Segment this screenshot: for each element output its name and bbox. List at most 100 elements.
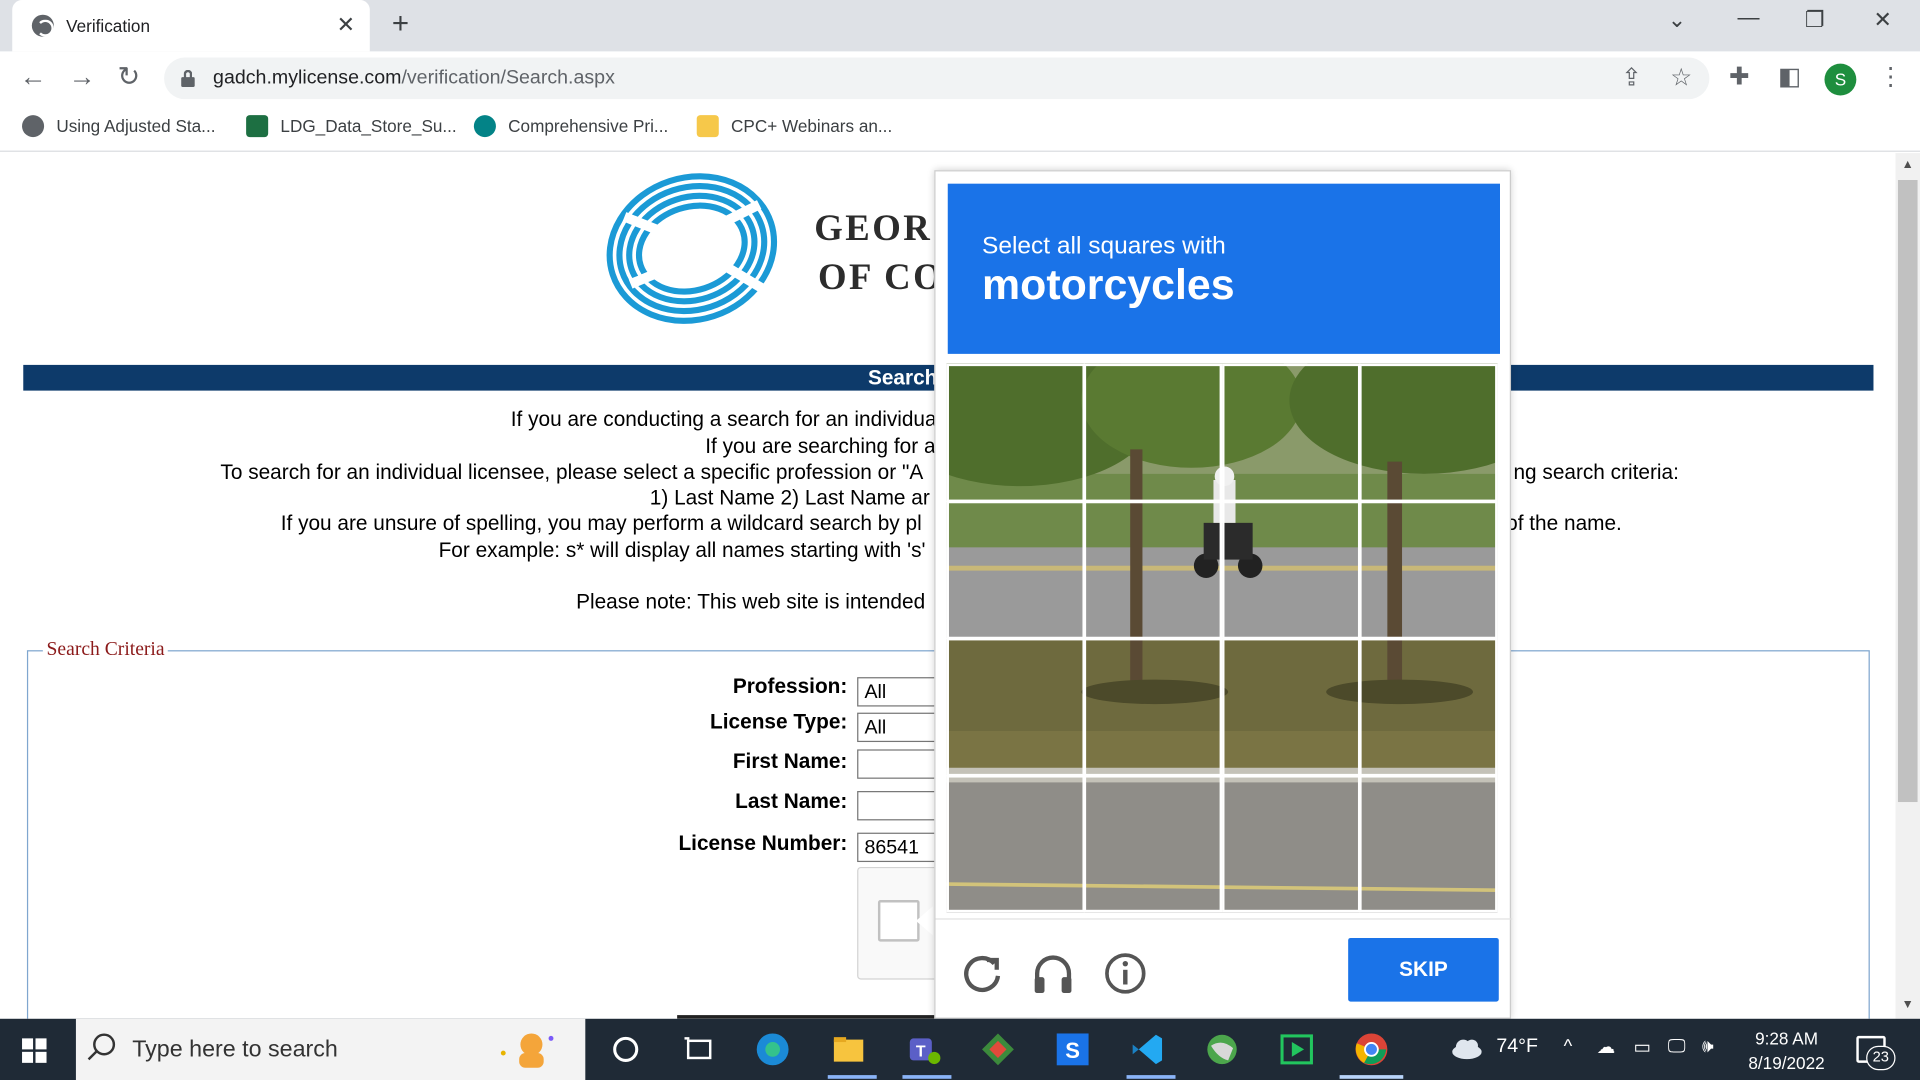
search-criteria-legend: Search Criteria [42,639,169,662]
captcha-tile[interactable] [946,500,1085,640]
captcha-challenge: Select all squares with motorcycles SKIP [934,170,1513,1020]
side-panel-icon[interactable]: ◧ [1778,61,1801,92]
license-number-label: License Number: [678,831,848,855]
info-icon[interactable] [1101,949,1150,998]
board-logo-icon [606,173,778,324]
vscode-icon[interactable] [1129,1031,1166,1068]
back-icon[interactable]: ← [20,61,47,93]
first-name-input[interactable] [857,749,943,779]
license-number-input[interactable]: 86541 [857,832,943,863]
globe-icon [31,14,54,37]
first-name-label: First Name: [732,749,848,773]
search-placeholder: Type here to search [132,1037,338,1063]
recaptcha-checkbox[interactable] [877,900,920,942]
captcha-target: motorcycles [982,260,1235,309]
bookmark-item[interactable]: LDG_Data_Store_Su... [246,115,457,138]
cortana-icon[interactable] [607,1031,644,1068]
restore-icon[interactable]: ❐ [1805,7,1825,33]
new-tab-button[interactable]: + [392,7,409,41]
address-bar[interactable]: gadch.mylicense.com/verification/Search.… [164,57,1710,100]
minimize-icon[interactable]: — [1738,5,1760,31]
chrome-icon[interactable] [1353,1031,1390,1068]
bookmark-item[interactable]: Comprehensive Pri... [473,115,668,138]
profession-select[interactable]: All [857,677,943,707]
captcha-tile[interactable] [1083,775,1223,913]
captcha-tile[interactable] [946,363,1085,503]
scroll-down-icon[interactable]: ▼ [1902,998,1914,1011]
file-explorer-icon[interactable] [830,1031,867,1068]
maps-app-icon[interactable] [1204,1031,1241,1068]
browser-toolbar: ← → ↻ gadch.mylicense.com/verification/S… [0,51,1920,106]
captcha-tile[interactable] [946,775,1085,913]
captcha-image-grid [946,363,1498,913]
svg-text:S: S [1065,1038,1080,1063]
logo-text: GEOR [814,208,933,249]
captcha-tile[interactable] [1083,363,1223,503]
windows-taskbar: Type here to search T S 74°F ^ ☁ ▭ 🖵 🕪 9… [0,1018,1920,1080]
extensions-icon[interactable]: ✚ [1729,61,1750,92]
lock-icon [181,69,195,87]
svg-text:T: T [916,1044,926,1061]
last-name-input[interactable] [857,791,943,821]
profession-label: Profession: [732,674,848,698]
system-clock[interactable]: 9:28 AM 8/19/2022 [1731,1026,1841,1075]
audio-icon[interactable] [1029,949,1078,998]
captcha-tile[interactable] [1222,363,1361,503]
media-app-icon[interactable] [1278,1031,1315,1068]
forward-icon[interactable]: → [69,61,96,93]
tab-bar: Verification ✕ + ⌄ — ❐ ✕ [0,0,1920,52]
sharepoint-icon [473,115,496,138]
active-app-indicator [827,1075,877,1079]
captcha-header: Select all squares with motorcycles [947,183,1501,354]
active-app-indicator [1126,1075,1176,1079]
edge-icon[interactable] [754,1031,791,1068]
folder-icon [696,115,719,138]
captcha-tile[interactable] [1359,637,1498,777]
skip-button[interactable]: SKIP [1348,937,1499,1002]
captcha-tile[interactable] [1222,500,1361,640]
captcha-tile[interactable] [1359,363,1498,503]
captcha-footer: SKIP [935,918,1513,1020]
captcha-tile[interactable] [1083,500,1223,640]
teams-icon[interactable]: T [905,1031,942,1068]
bookmark-item[interactable]: CPC+ Webinars an... [696,115,892,138]
taskbar-search[interactable]: Type here to search [75,1018,586,1080]
page-scrollbar[interactable]: ▲ ▼ [1895,153,1920,1019]
scroll-up-icon[interactable]: ▲ [1902,158,1914,171]
intro-text: ng search criteria: [1513,460,1679,484]
close-window-icon[interactable]: ✕ [1873,7,1891,33]
license-type-label: License Type: [710,710,848,734]
chevron-up-icon[interactable]: ^ [1564,1036,1573,1057]
close-tab-icon[interactable]: ✕ [337,12,355,38]
tab-search-icon[interactable]: ⌄ [1668,7,1686,33]
menu-icon[interactable]: ⋮ [1878,61,1902,92]
volume-icon[interactable]: 🕪 [1702,1036,1714,1057]
globe-icon [22,115,45,138]
captcha-tile[interactable] [946,637,1085,777]
reload-icon[interactable] [958,949,1007,998]
captcha-tile[interactable] [1359,775,1498,913]
captcha-tile[interactable] [1083,637,1223,777]
network-icon[interactable]: 🖵 [1668,1036,1686,1057]
reload-page-icon[interactable]: ↻ [118,61,141,93]
captcha-tile[interactable] [1222,637,1361,777]
last-name-label: Last Name: [735,789,848,814]
battery-icon[interactable]: ▭ [1633,1036,1650,1058]
share-icon[interactable]: ⇪ [1621,62,1642,93]
captcha-prompt: Select all squares with [982,232,1226,260]
bookmark-star-icon[interactable]: ☆ [1670,62,1692,93]
notification-count: 23 [1866,1045,1896,1071]
browser-tab[interactable]: Verification ✕ [12,0,370,52]
bookmark-item[interactable]: Using Adjusted Sta... [22,115,215,138]
captcha-tile[interactable] [1222,775,1361,913]
git-app-icon[interactable] [980,1031,1017,1068]
scroll-thumb[interactable] [1897,180,1918,803]
weather-temp[interactable]: 74°F [1496,1036,1538,1058]
windows-start-icon[interactable] [22,1038,47,1063]
sharepoint-app-icon[interactable]: S [1054,1031,1091,1068]
onedrive-icon[interactable]: ☁ [1597,1036,1615,1058]
captcha-tile[interactable] [1359,500,1498,640]
profile-avatar[interactable]: S [1824,63,1857,96]
task-view-icon[interactable] [681,1031,718,1068]
license-type-select[interactable]: All [857,712,943,743]
